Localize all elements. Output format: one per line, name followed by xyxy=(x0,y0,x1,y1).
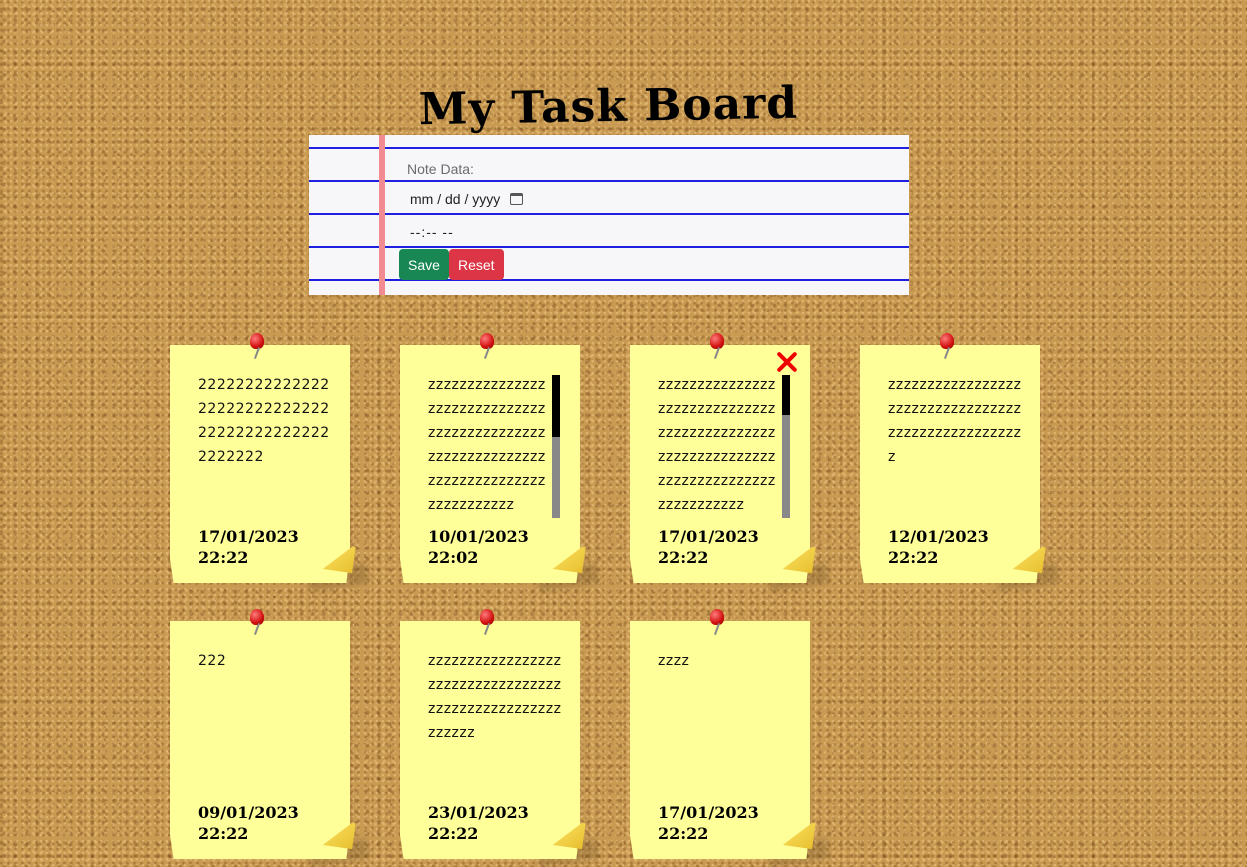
scrollbar-thumb[interactable] xyxy=(782,375,790,415)
note-datetime: 12/01/2023 22:22 xyxy=(888,526,989,568)
note-date: 09/01/2023 xyxy=(198,803,299,822)
save-button[interactable]: Save xyxy=(399,249,449,280)
time-input[interactable]: --:-- -- xyxy=(410,224,454,240)
note-form: Note Data: mm / dd / yyyy --:-- -- Save … xyxy=(309,135,909,295)
date-placeholder: mm / dd / yyyy xyxy=(410,191,501,207)
note-date: 17/01/2023 xyxy=(198,527,299,546)
note-text: 222 xyxy=(198,653,227,669)
note-date: 23/01/2023 xyxy=(428,803,529,822)
note-time: 22:22 xyxy=(658,548,709,567)
sticky-note: 2222222222222222222222222222222222222222… xyxy=(170,333,370,592)
date-input[interactable]: mm / dd / yyyy xyxy=(410,191,524,207)
note-datetime: 17/01/2023 22:22 xyxy=(658,526,759,568)
pushpin-icon xyxy=(476,333,498,363)
note-date: 17/01/2023 xyxy=(658,803,759,822)
note-time: 22:22 xyxy=(198,548,249,567)
calendar-icon[interactable] xyxy=(510,193,524,205)
note-time: 22:22 xyxy=(658,824,709,843)
note-time: 22:02 xyxy=(428,548,479,567)
note-datetime: 09/01/2023 22:22 xyxy=(198,802,299,844)
note-text: 2222222222222222222222222222222222222222… xyxy=(198,377,330,465)
sticky-note: zzzzzzzzzzzzzzzzzzzzzzzzzzzzzzzzzzzzzzzz… xyxy=(860,333,1060,592)
note-datetime: 10/01/2023 22:02 xyxy=(428,526,529,568)
pushpin-icon xyxy=(246,609,268,639)
note-datetime: 23/01/2023 22:22 xyxy=(428,802,529,844)
page-title: My Task Board xyxy=(418,78,799,136)
sticky-note: 222 09/01/2023 22:22 xyxy=(170,609,370,867)
note-text: zzzz xyxy=(658,653,690,669)
note-scrollbar[interactable] xyxy=(782,375,790,518)
note-text: zzzzzzzzzzzzzzzzzzzzzzzzzzzzzzzzzzzzzzzz… xyxy=(888,377,1022,465)
note-time: 22:22 xyxy=(198,824,249,843)
pushpin-icon xyxy=(246,333,268,363)
pushpin-icon xyxy=(706,333,728,363)
note-data-input[interactable]: Note Data: xyxy=(407,161,474,177)
sticky-note: zzzzzzzzzzzzzzzzzzzzzzzzzzzzzzzzzzzzzzzz… xyxy=(400,333,600,592)
note-date: 12/01/2023 xyxy=(888,527,989,546)
note-text: zzzzzzzzzzzzzzzzzzzzzzzzzzzzzzzzzzzzzzzz… xyxy=(428,653,562,741)
pushpin-icon xyxy=(936,333,958,363)
note-date: 17/01/2023 xyxy=(658,527,759,546)
note-time: 22:22 xyxy=(428,824,479,843)
sticky-note: zzzz 17/01/2023 22:22 xyxy=(630,609,830,867)
scrollbar-thumb[interactable] xyxy=(552,375,560,437)
sticky-note: zzzzzzzzzzzzzzzzzzzzzzzzzzzzzzzzzzzzzzzz… xyxy=(630,333,830,592)
close-icon[interactable] xyxy=(774,349,800,375)
note-scrollbar[interactable] xyxy=(552,375,560,518)
note-text: zzzzzzzzzzzzzzzzzzzzzzzzzzzzzzzzzzzzzzzz… xyxy=(428,377,546,513)
note-time: 22:22 xyxy=(888,548,939,567)
reset-button[interactable]: Reset xyxy=(449,249,504,280)
sticky-note: zzzzzzzzzzzzzzzzzzzzzzzzzzzzzzzzzzzzzzzz… xyxy=(400,609,600,867)
note-datetime: 17/01/2023 22:22 xyxy=(198,526,299,568)
pushpin-icon xyxy=(706,609,728,639)
pushpin-icon xyxy=(476,609,498,639)
note-text: zzzzzzzzzzzzzzzzzzzzzzzzzzzzzzzzzzzzzzzz… xyxy=(658,377,776,513)
note-date: 10/01/2023 xyxy=(428,527,529,546)
note-datetime: 17/01/2023 22:22 xyxy=(658,802,759,844)
